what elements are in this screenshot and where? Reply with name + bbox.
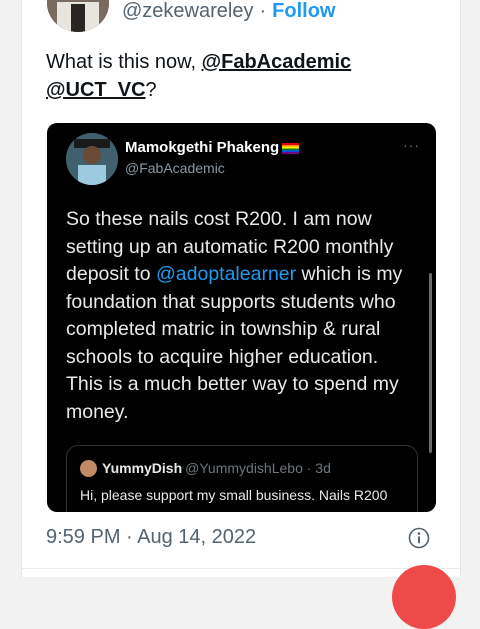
- embedded-scrollbar: [429, 273, 432, 453]
- embedded-tweet-text: So these nails cost R200. I am now setti…: [66, 206, 416, 426]
- author-handle[interactable]: @zekewareley: [122, 0, 253, 22]
- tweet-text-suffix: ?: [145, 79, 157, 101]
- more-options-icon: ···: [403, 137, 420, 153]
- embedded-avatar-image: [66, 133, 118, 185]
- mention-fabacademic[interactable]: @FabAcademic: [202, 51, 352, 73]
- inner-quote-tweet: YummyDish @YummydishLebo · 3d Hi, please …: [66, 445, 418, 512]
- author-avatar-image: [47, 0, 109, 32]
- embedded-text-after: which is my foundation that supports stu…: [66, 263, 403, 423]
- divider: [22, 568, 460, 569]
- embedded-author-avatar: [66, 133, 118, 185]
- floating-action-button[interactable]: [392, 565, 456, 629]
- info-circle-icon[interactable]: [408, 527, 430, 549]
- mention-uct-vc[interactable]: @UCT_VC: [46, 79, 146, 101]
- info-icon-graphic: [408, 527, 430, 549]
- embedded-author-name: Mamokgethi Phakeng: [125, 139, 300, 156]
- tweet-text-prefix: What is this now,: [46, 51, 202, 73]
- embedded-tweet-image[interactable]: Mamokgethi Phakeng @FabAcademic ··· So t…: [47, 123, 436, 512]
- embedded-author-name-text: Mamokgethi Phakeng: [125, 139, 280, 156]
- tweet-timestamp[interactable]: 9:59 PM · Aug 14, 2022: [46, 526, 256, 549]
- inner-quote-handle: @YummydishLebo · 3d: [185, 460, 331, 476]
- embedded-link-adoptalearner: @adoptalearner: [155, 263, 297, 285]
- inner-quote-text: Hi, please support my small business. Na…: [80, 487, 388, 503]
- embedded-author-handle: @FabAcademic: [125, 160, 225, 176]
- author-avatar[interactable]: [47, 0, 109, 32]
- author-line: @zekewareley · Follow: [122, 0, 335, 24]
- inner-quote-header: YummyDish @YummydishLebo · 3d: [102, 460, 331, 476]
- follow-button[interactable]: Follow: [272, 0, 335, 22]
- tweet-card: @zekewareley · Follow What is this now, @F…: [21, 0, 461, 577]
- rainbow-flag-icon: [282, 142, 300, 154]
- tweet-text: What is this now, @FabAcademic @UCT_VC?: [46, 48, 436, 104]
- separator-dot: ·: [259, 0, 267, 22]
- inner-quote-avatar: [80, 460, 97, 477]
- inner-quote-name: YummyDish: [102, 460, 183, 476]
